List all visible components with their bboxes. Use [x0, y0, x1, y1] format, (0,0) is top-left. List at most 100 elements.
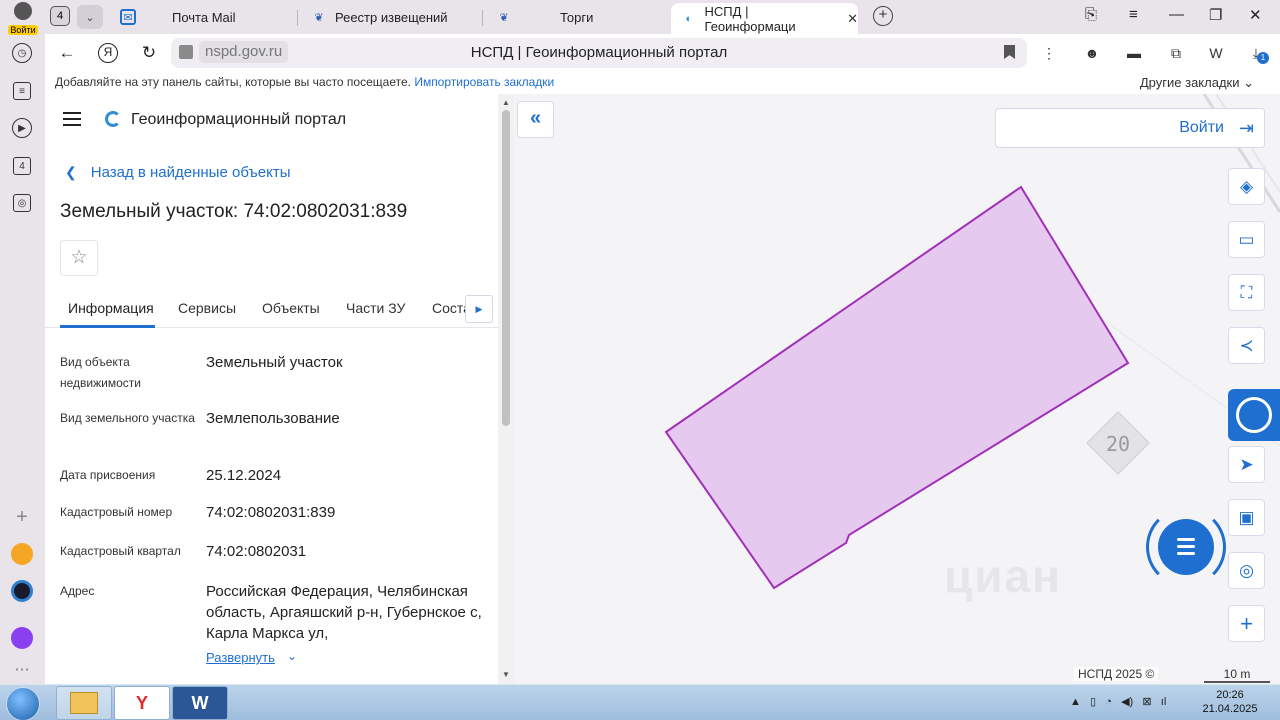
share-icon[interactable]: ≺ — [1228, 327, 1265, 364]
field-label: Вид объекта недвижимости — [60, 355, 141, 390]
field-value: Землепользование — [206, 410, 340, 427]
object-title: Земельный участок: 74:02:0802031:839 — [60, 201, 408, 222]
select-area-icon[interactable]: ⛶ — [1228, 274, 1265, 311]
downloads-icon[interactable]: ⤓ 1 — [1245, 42, 1269, 64]
tab-nspd[interactable]: ◐ НСПД | Геоинформаци ✕ — [671, 3, 858, 34]
alice-icon[interactable] — [8, 624, 36, 652]
more-icon[interactable]: ⋯ — [8, 655, 36, 683]
tab-label: НСПД | Геоинформаци — [704, 3, 796, 34]
portal-logo-icon — [105, 111, 121, 127]
collapse-panel-icon[interactable]: « — [517, 101, 554, 138]
ruler-icon[interactable]: ▭ — [1228, 221, 1265, 258]
field-value: 74:02:0802031:839 — [206, 504, 336, 521]
tabs-count-icon[interactable]: 4 — [8, 152, 36, 180]
field-value: Российская Федерация, Челябинская област… — [206, 583, 482, 642]
yandex-icon[interactable]: Я — [98, 43, 118, 63]
extension-avatar-icon[interactable]: ☻ — [1081, 42, 1103, 64]
collections-icon[interactable]: ≡ — [8, 77, 36, 105]
feedback-panel-icon[interactable] — [1228, 389, 1280, 441]
chat-icon[interactable] — [1158, 519, 1214, 575]
tab-auctions[interactable]: ❦ Торги — [486, 3, 666, 31]
field-label: Дата присвоения — [60, 468, 156, 482]
tab-parts[interactable]: Части ЗУ — [346, 300, 405, 316]
expand-link[interactable]: Развернуть — [206, 650, 275, 665]
extension-puzzle-icon[interactable]: ⧉ — [1165, 42, 1187, 64]
downloads-badge: 1 — [1257, 52, 1269, 64]
more-vertical-icon[interactable]: ⋮ — [1038, 42, 1060, 64]
tab-count[interactable]: 4 — [50, 6, 70, 26]
new-tab-button[interactable]: + — [873, 6, 893, 26]
browser-sidebar: Войти ◷ ≡ ▶ 4 ◎ + ⋯ — [0, 0, 45, 684]
extension-word-icon[interactable]: W — [1205, 42, 1227, 64]
address-bar[interactable]: nspd.gov.ru НСПД | Геоинформационный пор… — [171, 38, 1027, 68]
tab-objects[interactable]: Объекты — [262, 300, 320, 316]
back-arrow-icon[interactable]: ← — [56, 42, 78, 64]
field-label: Вид земельного участка — [60, 411, 195, 425]
minimize-icon[interactable]: — — [1169, 6, 1184, 23]
road-badge-label: 20 — [1105, 432, 1131, 456]
back-label: Назад в найденные объекты — [90, 164, 291, 181]
yandex-browser-icon[interactable]: Y — [114, 686, 170, 720]
music-icon[interactable] — [8, 577, 36, 605]
menu-burger-icon[interactable] — [63, 112, 81, 126]
extension-hat-icon[interactable]: ▬ — [1123, 42, 1145, 64]
tab-services[interactable]: Сервисы — [178, 300, 236, 316]
close-window-icon[interactable]: ✕ — [1249, 6, 1262, 24]
tabs-scroll-right-icon[interactable]: ▶ — [465, 295, 493, 323]
favorite-star-icon[interactable]: ☆ — [60, 240, 98, 276]
scrollbar-thumb[interactable] — [502, 110, 510, 426]
tray-icons[interactable]: ▲ ▯ ◔ ◀) ⊠ ıl — [1070, 695, 1166, 708]
back-to-results-link[interactable]: ❮ Назад в найденные объекты — [65, 164, 291, 181]
active-tab-indicator — [60, 325, 155, 328]
import-bookmarks-link[interactable]: Импортировать закладки — [414, 75, 554, 89]
field-label: Кадастровый квартал — [60, 544, 181, 558]
bookmarks-panel-icon[interactable]: ⎘ — [1085, 6, 1097, 23]
scroll-up-icon[interactable]: ▲ — [502, 98, 510, 107]
field-value: 74:02:0802031 — [206, 543, 307, 560]
parcel-polygon[interactable] — [664, 185, 1130, 590]
map-attribution: НСПД 2025 © — [1074, 667, 1159, 681]
screenshot-icon[interactable]: ◎ — [8, 189, 36, 217]
layers-icon[interactable]: ◈ — [1228, 168, 1265, 205]
emblem-icon: ❦ — [314, 11, 324, 24]
bookmarks-hint-text: Добавляйте на эту панель сайты, которые … — [55, 75, 411, 89]
reload-icon[interactable]: ↻ — [138, 42, 160, 64]
restore-icon[interactable]: ❐ — [1209, 6, 1222, 24]
geolocation-icon[interactable]: ◎ — [1228, 552, 1265, 589]
map-view[interactable]: 20 циан « Войти ⇥ ◈ ▭ ⛶ ≺ ➤ ▣ ◎ + НСПД 2… — [514, 94, 1280, 684]
clock[interactable]: 20:26 21.04.2025 — [1200, 688, 1260, 716]
chevron-down-icon[interactable]: ⌄ — [287, 649, 297, 663]
bookmarks-hint: Добавляйте на эту панель сайты, которые … — [55, 75, 554, 89]
windows-taskbar: Y W ▲ ▯ ◔ ◀) ⊠ ıl 20:26 21.04.2025 — [0, 684, 1280, 720]
tab-mail[interactable]: ✉ Почта Mail — [110, 3, 290, 31]
tab-registry[interactable]: ❦ Реестр извещений — [301, 3, 481, 31]
play-icon[interactable]: ▶ — [8, 114, 36, 142]
address-title: НСПД | Геоинформационный портал — [470, 44, 728, 61]
menu-icon[interactable]: ≡ — [1129, 6, 1138, 23]
other-bookmarks-label: Другие закладки — [1139, 75, 1240, 90]
login-label: Войти — [8, 25, 38, 35]
profile-login[interactable]: Войти — [4, 2, 42, 35]
history-icon[interactable]: ◷ — [8, 39, 36, 67]
navigate-icon[interactable]: ➤ — [1228, 446, 1265, 483]
bookmarks-bar: Добавляйте на эту панель сайты, которые … — [45, 72, 1280, 94]
scroll-down-icon[interactable]: ▼ — [502, 670, 510, 679]
avatar — [14, 2, 32, 20]
clock-date: 21.04.2025 — [1202, 703, 1258, 715]
picture-in-picture-icon[interactable]: ▣ — [1228, 499, 1265, 536]
explorer-icon[interactable] — [56, 686, 112, 720]
tab-info[interactable]: Информация — [68, 300, 154, 316]
login-button[interactable]: Войти ⇥ — [995, 108, 1265, 148]
field-value: Земельный участок — [206, 354, 343, 371]
start-button-icon[interactable] — [6, 687, 40, 720]
nspd-icon: ◐ — [685, 12, 693, 25]
field-label: Кадастровый номер — [60, 505, 173, 519]
word-icon[interactable]: W — [172, 686, 228, 720]
map-scale: 10 m — [1204, 667, 1270, 683]
close-tab-icon[interactable]: ✕ — [847, 11, 858, 27]
zoom-in-icon[interactable]: + — [1228, 605, 1265, 642]
add-icon[interactable]: + — [8, 503, 36, 531]
market-icon[interactable] — [8, 540, 36, 568]
tab-list-chevron-icon[interactable]: ⌄ — [77, 5, 103, 29]
other-bookmarks[interactable]: Другие закладки ⌄ — [1140, 75, 1254, 91]
